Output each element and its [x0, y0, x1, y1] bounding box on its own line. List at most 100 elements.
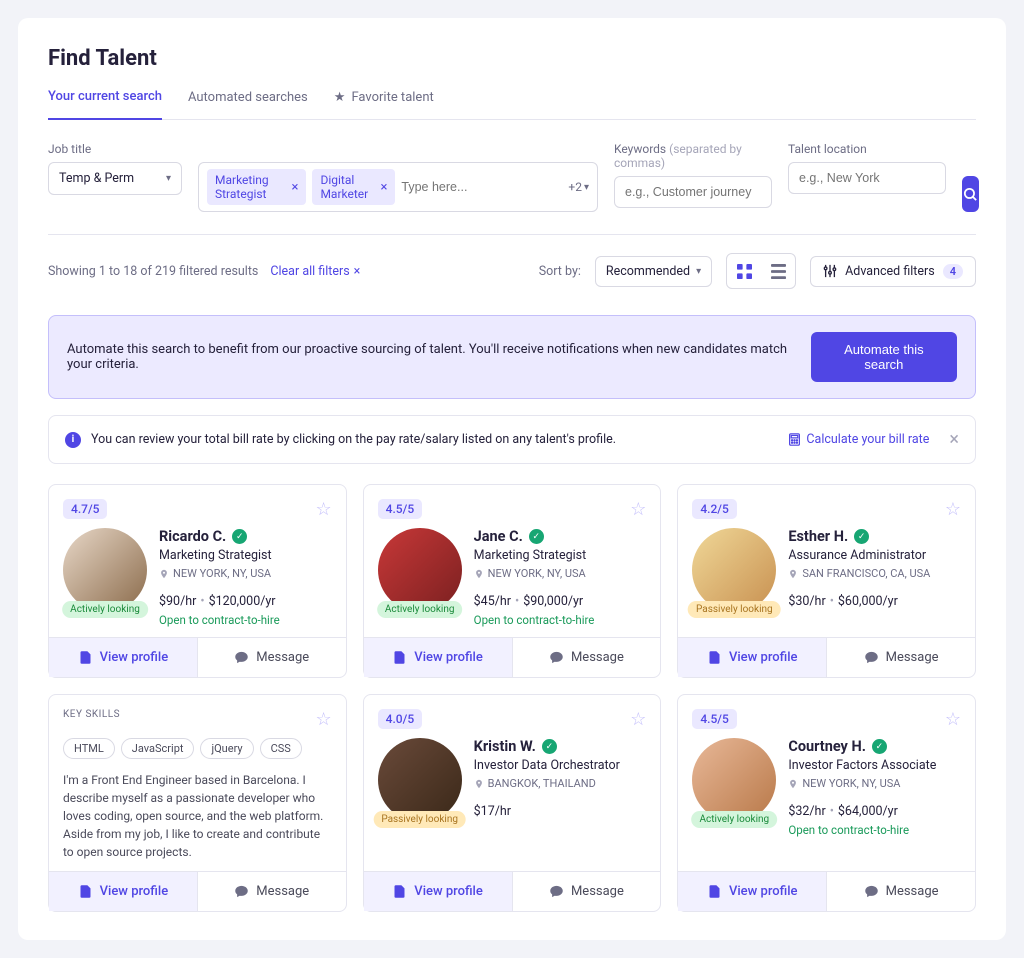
avatar: Actively looking: [692, 738, 776, 822]
talent-name: Jane C.: [474, 528, 523, 545]
keywords-label: Keywords (separated by commas): [614, 142, 772, 170]
talent-location: NEW YORK, NY, USA: [159, 567, 332, 580]
avatar: Actively looking: [378, 528, 462, 612]
talent-card: 4.2/5 ☆ Passively looking Esther H. ✓ Assuran…: [677, 484, 976, 678]
favorite-button[interactable]: ☆: [630, 709, 646, 730]
talent-name: Courtney H.: [788, 738, 866, 755]
automate-search-button[interactable]: Automate this search: [811, 332, 957, 382]
talent-role: Marketing Strategist: [474, 548, 647, 563]
favorite-button[interactable]: ☆: [630, 499, 646, 520]
talent-role: Investor Data Orchestrator: [474, 758, 647, 773]
talent-location: SAN FRANCISCO, CA, USA: [788, 567, 961, 580]
banner-text: Automate this search to benefit from our…: [67, 342, 811, 372]
view-profile-button[interactable]: View profile: [49, 872, 197, 911]
talent-name: Ricardo C.: [159, 528, 226, 545]
view-toggle: [726, 253, 796, 289]
verified-icon: ✓: [854, 529, 869, 544]
toolbar: Showing 1 to 18 of 219 filtered results …: [48, 234, 976, 289]
grid-view-button[interactable]: [727, 254, 761, 288]
talent-location: NEW YORK, NY, USA: [788, 777, 961, 790]
favorite-button[interactable]: ☆: [945, 709, 961, 730]
tab-automated-searches[interactable]: Automated searches: [188, 89, 308, 119]
info-icon: i: [65, 432, 81, 448]
favorite-button[interactable]: ☆: [316, 499, 332, 520]
avatar: Passively looking: [692, 528, 776, 612]
talent-name: Esther H.: [788, 528, 848, 545]
message-button[interactable]: Message: [826, 872, 975, 911]
rating-badge: 4.2/5: [692, 499, 736, 519]
talent-pay[interactable]: $17/hr: [474, 804, 647, 819]
close-icon: ×: [354, 264, 361, 279]
talent-pay[interactable]: $45/hr•$90,000/yr: [474, 594, 647, 609]
talent-grid: 4.7/5 ☆ Actively looking Ricardo C. ✓ Marketi…: [48, 484, 976, 912]
verified-icon: ✓: [232, 529, 247, 544]
rating-badge: 4.7/5: [63, 499, 107, 519]
talent-role: Marketing Strategist: [159, 548, 332, 563]
talent-role: Investor Factors Associate: [788, 758, 961, 773]
location-input[interactable]: [788, 162, 946, 194]
tabs: Your current search Automated searches ★…: [48, 89, 976, 120]
sort-label: Sort by:: [539, 264, 581, 279]
talent-card: 4.7/5 ☆ Actively looking Ricardo C. ✓ Marketi…: [48, 484, 347, 678]
jobtitle-label: Job title: [48, 142, 182, 156]
filter-count-badge: 4: [943, 264, 963, 279]
talent-location: BANGKOK, THAILAND: [474, 777, 647, 790]
verified-icon: ✓: [529, 529, 544, 544]
talent-role: Assurance Administrator: [788, 548, 961, 563]
view-profile-button[interactable]: View profile: [49, 638, 197, 677]
tab-current-search[interactable]: Your current search: [48, 89, 162, 120]
view-profile-button[interactable]: View profile: [678, 638, 826, 677]
message-button[interactable]: Message: [512, 872, 661, 911]
list-view-button[interactable]: [761, 254, 795, 288]
results-count: Showing 1 to 18 of 219 filtered results: [48, 264, 258, 279]
calculator-icon: [788, 433, 801, 446]
rating-badge: 4.5/5: [692, 709, 736, 729]
favorite-button[interactable]: ☆: [945, 499, 961, 520]
keyword-overflow[interactable]: +2▾: [568, 180, 589, 194]
clear-filters[interactable]: Clear all filters ×: [270, 264, 360, 279]
jobtitle-select[interactable]: Temp & Perm ▾: [48, 162, 182, 195]
remove-tag-icon[interactable]: ×: [291, 180, 298, 195]
keyword-tagbox[interactable]: Marketing Strategist× Digital Marketer× …: [198, 162, 598, 212]
message-button[interactable]: Message: [826, 638, 975, 677]
keyword-tag: Marketing Strategist×: [207, 169, 306, 205]
info-bar: i You can review your total bill rate by…: [48, 415, 976, 464]
view-profile-button[interactable]: View profile: [678, 872, 826, 911]
keyword-tag: Digital Marketer×: [312, 169, 395, 205]
view-profile-button[interactable]: View profile: [364, 872, 512, 911]
info-text: You can review your total bill rate by c…: [91, 432, 778, 447]
talent-pay[interactable]: $90/hr•$120,000/yr: [159, 594, 332, 609]
rating-badge: 4.0/5: [378, 709, 422, 729]
view-profile-button[interactable]: View profile: [364, 638, 512, 677]
avatar: Passively looking: [378, 738, 462, 822]
sort-select[interactable]: Recommended▾: [595, 256, 712, 287]
status-badge: Actively looking: [377, 601, 463, 618]
skill-tag: jQuery: [200, 738, 253, 759]
filters-icon: [823, 264, 837, 278]
talent-pay[interactable]: $32/hr•$64,000/yr: [788, 804, 961, 819]
talent-card: 4.0/5☆Passively lookingKristin W.✓Invest…: [363, 694, 662, 912]
keywords-input[interactable]: [614, 176, 772, 208]
verified-icon: ✓: [872, 739, 887, 754]
skill-tags: HTMLJavaScriptjQueryCSS: [63, 738, 332, 759]
avatar: Actively looking: [63, 528, 147, 612]
advanced-filters-button[interactable]: Advanced filters 4: [810, 256, 976, 287]
automate-banner: Automate this search to benefit from our…: [48, 315, 976, 399]
keyword-input[interactable]: [401, 180, 562, 194]
favorite-button[interactable]: ☆: [316, 709, 332, 730]
message-button[interactable]: Message: [197, 638, 346, 677]
talent-pay[interactable]: $30/hr•$60,000/yr: [788, 594, 961, 609]
message-button[interactable]: Message: [512, 638, 661, 677]
remove-tag-icon[interactable]: ×: [380, 180, 387, 195]
star-icon: ★: [334, 90, 346, 105]
contract-note: Open to contract-to-hire: [474, 613, 647, 627]
message-button[interactable]: Message: [197, 872, 346, 911]
search-row: Job title Temp & Perm ▾ . Marketing Stra…: [48, 142, 976, 212]
talent-bio: I'm a Front End Engineer based in Barcel…: [63, 771, 332, 861]
page-title: Find Talent: [48, 46, 976, 71]
search-button[interactable]: [962, 176, 979, 212]
tab-favorite-talent[interactable]: ★ Favorite talent: [334, 89, 434, 119]
close-info-button[interactable]: ×: [949, 429, 959, 450]
calculate-bill-rate-link[interactable]: Calculate your bill rate: [788, 432, 929, 447]
list-icon: [771, 264, 786, 279]
